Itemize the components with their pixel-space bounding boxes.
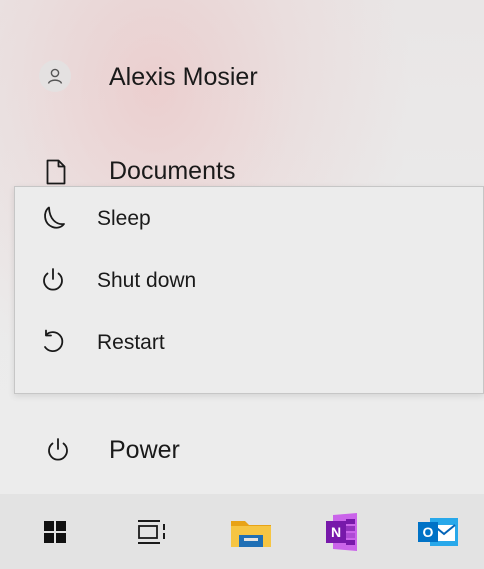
windows-logo-icon: [44, 521, 66, 543]
person-icon: [39, 60, 71, 92]
user-account-button[interactable]: Alexis Mosier: [0, 45, 484, 107]
file-explorer-button[interactable]: [218, 494, 288, 569]
task-view-icon: [138, 520, 165, 544]
onenote-icon: N: [326, 513, 357, 551]
shut-down-menu-item[interactable]: Shut down: [15, 252, 483, 308]
onenote-button[interactable]: N: [312, 494, 382, 569]
power-icon: [45, 437, 71, 468]
moon-icon: [40, 205, 66, 236]
outlook-icon: O: [418, 518, 458, 546]
restart-label: Restart: [97, 331, 165, 354]
sleep-label: Sleep: [97, 207, 151, 230]
user-name: Alexis Mosier: [109, 63, 258, 91]
outlook-button[interactable]: O: [402, 494, 472, 569]
restart-icon: [40, 329, 68, 360]
power-button[interactable]: Power: [0, 424, 484, 476]
power-icon: [40, 267, 66, 298]
restart-menu-item[interactable]: Restart: [15, 314, 483, 370]
start-menu: Alexis Mosier Documents Sleep Shut down …: [0, 0, 484, 494]
folder-icon: [231, 521, 271, 547]
power-options-menu: Sleep Shut down Restart: [14, 186, 484, 394]
shut-down-label: Shut down: [97, 269, 197, 292]
task-view-button[interactable]: [118, 494, 188, 569]
outlook-badge: O: [423, 524, 434, 540]
documents-label: Documents: [109, 157, 236, 185]
start-button[interactable]: [22, 494, 92, 569]
taskbar: N O: [0, 494, 484, 569]
onenote-badge: N: [331, 524, 341, 540]
power-label: Power: [109, 436, 180, 464]
sleep-menu-item[interactable]: Sleep: [15, 190, 483, 246]
